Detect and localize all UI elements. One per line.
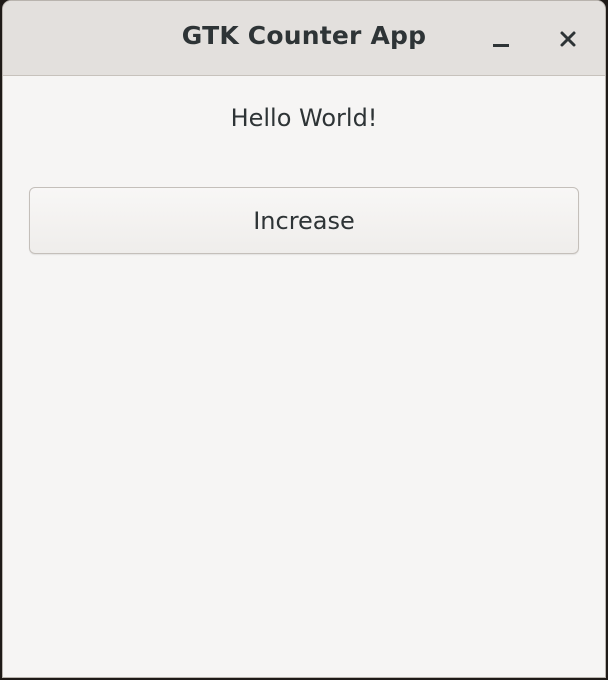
minimize-icon [493,43,509,47]
increase-button[interactable]: Increase [29,187,579,254]
title-bar[interactable]: GTK Counter App [3,1,605,76]
close-button[interactable] [550,21,586,57]
app-window: GTK Counter App Hello World! Increase [2,0,606,678]
minimize-button[interactable] [483,21,519,57]
window-content: Hello World! Increase [3,76,605,677]
hello-label: Hello World! [230,104,378,132]
close-icon [560,31,576,47]
